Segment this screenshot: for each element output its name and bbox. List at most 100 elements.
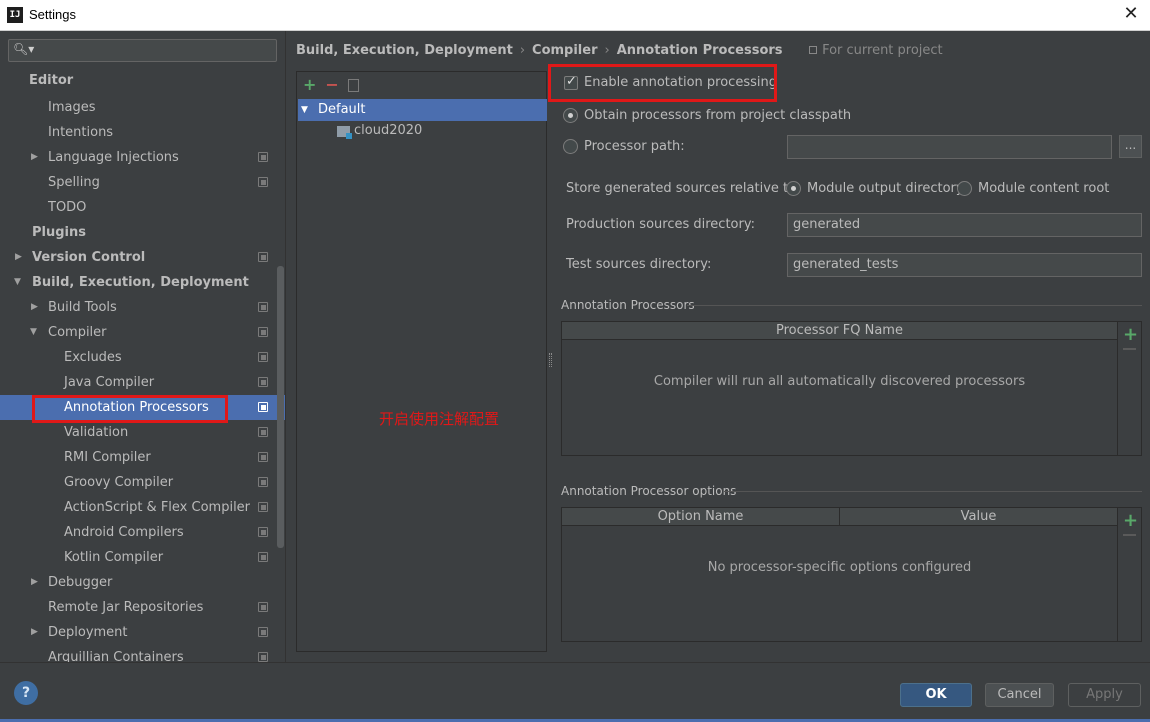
add-profile-icon[interactable]: + [303,75,316,94]
collapse-arrow-icon[interactable]: ▼ [301,99,308,121]
processor-fq-name-column-header[interactable]: Processor FQ Name [562,322,1117,340]
project-scope-icon [258,502,268,512]
option-name-column-header[interactable]: Option Name [562,508,840,526]
expand-arrow-icon[interactable]: ▶ [31,570,38,595]
sidebar-item-todo[interactable]: TODO [0,195,285,220]
module-output-directory-label[interactable]: Module output directory [807,181,964,196]
sidebar-item-label: Java Compiler [64,375,155,390]
sidebar-item-spelling[interactable]: Spelling [0,170,285,195]
sidebar-item-version-control[interactable]: ▶ Version Control [0,245,285,270]
splitter-handle[interactable] [549,353,552,367]
sidebar-item-compiler[interactable]: ▼ Compiler [0,320,285,345]
sidebar-item-validation[interactable]: Validation [0,420,285,445]
browse-button[interactable]: ... [1119,135,1142,158]
settings-search-input[interactable]: 🔍︎▾ [8,39,277,62]
group-divider [724,491,1142,492]
sidebar-item-actionscript-flex-compiler[interactable]: ActionScript & Flex Compiler [0,495,285,520]
sidebar-item-remote-jar-repositories[interactable]: Remote Jar Repositories [0,595,285,620]
collapse-arrow-icon[interactable]: ▼ [14,270,21,295]
sidebar-item-label: Editor [29,73,74,88]
close-icon[interactable]: ✕ [1122,5,1140,23]
add-option-icon[interactable]: + [1123,510,1138,531]
breadcrumb-separator: › [604,43,610,58]
test-sources-input[interactable]: generated_tests [787,253,1142,277]
project-scope-icon [258,327,268,337]
sidebar-item-java-compiler[interactable]: Java Compiler [0,370,285,395]
sidebar-highlight-box [32,395,228,423]
project-scope-icon [258,377,268,387]
sidebar-item-excludes[interactable]: Excludes [0,345,285,370]
profile-label: Default [318,102,366,117]
sidebar-item-label: Build Tools [48,300,117,315]
sidebar-item-build-tools[interactable]: ▶ Build Tools [0,295,285,320]
processors-table[interactable]: Processor FQ Name Compiler will run all … [561,321,1118,456]
sidebar-item-label: Intentions [48,125,114,140]
sidebar-item-editor[interactable]: Editor [0,68,285,93]
project-scope-icon [258,552,268,562]
sidebar-item-language-injections[interactable]: ▶ Language Injections [0,145,285,170]
sidebar-item-android-compilers[interactable]: Android Compilers [0,520,285,545]
expand-arrow-icon[interactable]: ▶ [31,620,38,645]
dialog-button-bar: ? OK Cancel Apply [0,662,1150,722]
breadcrumb-item: Annotation Processors [616,43,783,58]
search-icon: 🔍︎▾ [13,42,35,56]
breadcrumb-item[interactable]: Compiler [532,43,597,58]
sidebar-item-rmi-compiler[interactable]: RMI Compiler [0,445,285,470]
sidebar-item-kotlin-compiler[interactable]: Kotlin Compiler [0,545,285,570]
module-content-root-radio[interactable] [957,181,972,196]
sidebar-item-label: ActionScript & Flex Compiler [64,500,251,515]
sidebar-item-groovy-compiler[interactable]: Groovy Compiler [0,470,285,495]
processor-options-group-title: Annotation Processor options [561,484,737,498]
settings-content: Build, Execution, Deployment › Compiler › An… [287,31,1150,662]
expand-arrow-icon[interactable]: ▶ [31,295,38,320]
project-scope-icon [258,627,268,637]
scope-indicator: For current project [809,43,943,58]
remove-profile-icon[interactable]: − [325,75,338,94]
add-processor-icon[interactable]: + [1123,324,1138,345]
obtain-from-classpath-radio[interactable] [563,108,578,123]
sidebar-item-deployment[interactable]: ▶ Deployment [0,620,285,645]
ok-button[interactable]: OK [900,683,972,707]
apply-button[interactable]: Apply [1068,683,1141,707]
profile-item-module[interactable]: cloud2020 [298,120,547,142]
remove-option-icon[interactable] [1123,534,1136,536]
collapse-arrow-icon[interactable]: ▼ [30,320,37,345]
sidebar-item-label: Remote Jar Repositories [48,600,204,615]
sidebar-item-intentions[interactable]: Intentions [0,120,285,145]
obtain-from-classpath-label[interactable]: Obtain processors from project classpath [584,108,851,123]
profile-item-default[interactable]: ▼ Default [298,99,547,121]
profiles-panel: + − ▼ Default cloud2020 [296,71,547,652]
breadcrumb-item[interactable]: Build, Execution, Deployment [296,43,513,58]
options-table[interactable]: Option Name Value No processor-specific … [561,507,1118,642]
intellij-app-icon: IJ [7,7,23,23]
expand-arrow-icon[interactable]: ▶ [31,145,38,170]
help-icon[interactable]: ? [14,681,38,705]
sidebar-item-label: Deployment [48,625,128,640]
project-scope-icon [258,652,268,662]
sidebar-item-debugger[interactable]: ▶ Debugger [0,570,285,595]
processors-empty-text: Compiler will run all automatically disc… [653,374,1026,389]
sidebar-item-arquillian-containers[interactable]: Arquillian Containers [0,645,285,662]
module-output-directory-radio[interactable] [786,181,801,196]
checkbox-highlight-box [548,64,777,102]
scope-label: For current project [822,43,943,58]
module-content-root-label[interactable]: Module content root [978,181,1109,196]
sidebar-item-build-execution-deployment[interactable]: ▼ Build, Execution, Deployment [0,270,285,295]
sidebar-item-label: Validation [64,425,129,440]
expand-arrow-icon[interactable]: ▶ [15,245,22,270]
processor-path-input[interactable] [787,135,1112,159]
project-scope-icon [258,177,268,187]
options-actions: + [1118,507,1142,642]
sidebar-item-plugins[interactable]: Plugins [0,220,285,245]
cancel-button[interactable]: Cancel [985,683,1054,707]
processor-path-radio[interactable] [563,139,578,154]
sidebar-item-label: Debugger [48,575,113,590]
copy-profile-icon[interactable] [347,79,359,92]
sidebar-scrollbar[interactable] [277,266,284,548]
remove-processor-icon[interactable] [1123,348,1136,350]
sidebar-item-images[interactable]: Images [0,95,285,120]
value-column-header[interactable]: Value [840,508,1117,526]
breadcrumb: Build, Execution, Deployment › Compiler › An… [296,43,943,58]
processor-path-label[interactable]: Processor path: [584,139,685,154]
production-sources-input[interactable]: generated [787,213,1142,237]
